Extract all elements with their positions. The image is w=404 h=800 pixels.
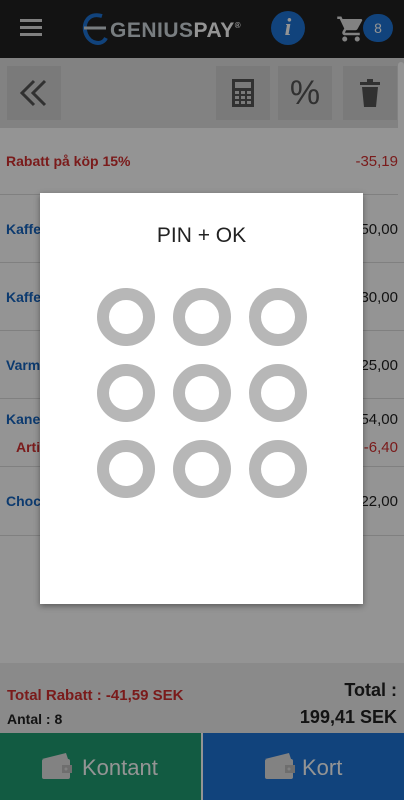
pin-pattern-dot[interactable] bbox=[173, 364, 231, 422]
pin-pattern-dot[interactable] bbox=[249, 288, 307, 346]
pin-dialog: PIN + OK bbox=[40, 193, 363, 604]
pin-pattern-dot[interactable] bbox=[249, 440, 307, 498]
pin-pattern-dot[interactable] bbox=[97, 440, 155, 498]
pin-pattern-dot[interactable] bbox=[249, 364, 307, 422]
pin-pattern-dot[interactable] bbox=[173, 288, 231, 346]
pin-pattern-dot[interactable] bbox=[97, 288, 155, 346]
pin-pattern-dot[interactable] bbox=[173, 440, 231, 498]
pin-dialog-title: PIN + OK bbox=[156, 224, 247, 247]
pin-pattern-dot[interactable] bbox=[97, 364, 155, 422]
